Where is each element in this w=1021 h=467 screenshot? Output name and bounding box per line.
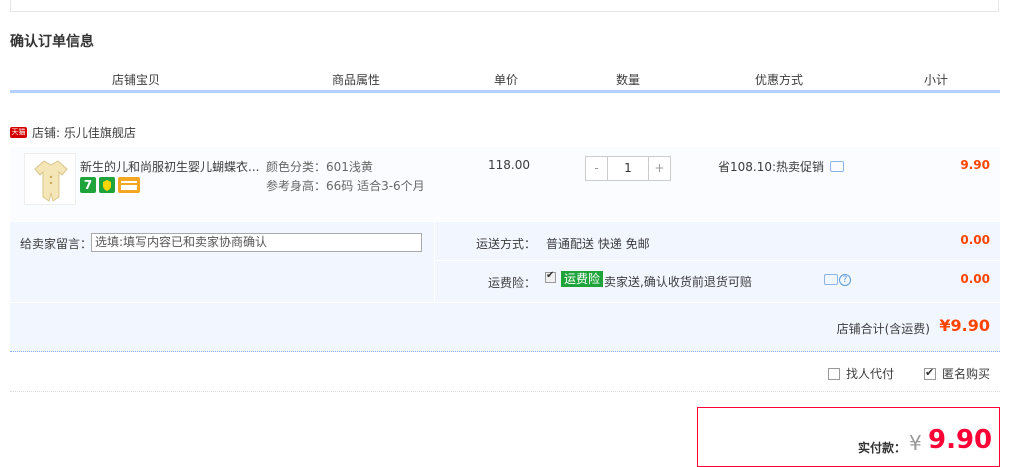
proxy-pay-label: 找人代付 [846,367,895,381]
shipping-label: 运送方式： [476,237,537,251]
credit-card-icon [118,177,140,193]
header-quantity: 数量 [616,73,641,87]
header-unit-price: 单价 [494,73,519,87]
baby-clothes-icon [34,160,68,202]
insurance-checkbox[interactable] [545,270,556,283]
yen-symbol: ¥ [909,431,922,455]
proxy-pay-option[interactable]: 找人代付 [828,365,894,382]
quantity-input[interactable]: 1 [607,157,649,180]
header-shop-item: 店铺宝贝 [112,73,161,87]
message-label: 给卖家留言： [20,237,93,251]
column-divider [434,222,435,302]
shipping-price: 0.00 [960,233,990,247]
payment-options: 找人代付 匿名购买 [10,352,1000,392]
pay-amount: 9.90 [928,425,993,455]
table-header: 店铺宝贝 商品属性 单价 数量 优惠方式 小计 [10,69,1000,93]
store-total-value: ¥9.90 [939,316,990,335]
insurance-price: 0.00 [960,272,990,286]
tmall-icon: 天猫 [10,126,27,138]
header-subtotal: 小计 [924,73,949,87]
promotion: 省108.10:热卖促销 [718,158,845,175]
header-discount: 优惠方式 [755,73,804,87]
page-title: 确认订单信息 [10,34,94,50]
product-size: 参考身高：66码 适合3-6个月 [266,179,425,193]
quantity-plus-button[interactable]: + [649,157,670,180]
row-divider [435,260,1000,261]
product-thumbnail[interactable] [24,153,76,205]
anonymous-checkbox[interactable] [924,366,936,380]
chat-icon[interactable] [824,274,838,285]
shop-line: 天猫 店铺: 乐儿佳旗舰店 [10,123,136,141]
order-item-row: 新生的儿和尚服初生婴儿蝴蝶衣... 7 颜色分类：601浅黄 参考身高：66码 … [10,147,1000,222]
item-subtotal: 9.90 [960,158,990,172]
message-section: 给卖家留言： 选填:填写内容已和卖家协商确认 [10,222,434,302]
help-icon[interactable]: ? [839,274,851,286]
insurance-label: 运费险： [488,276,537,290]
service-badges: 7 [80,177,140,193]
quantity-minus-button[interactable]: - [586,157,607,180]
unit-price: 118.00 [488,158,530,172]
store-total-label: 店铺合计(含运费) [836,322,930,336]
shipping-method: 普通配送 快递 免邮 [546,237,650,251]
product-color: 颜色分类：601浅黄 [266,160,373,174]
seven-day-return-icon: 7 [80,177,96,193]
proxy-pay-checkbox[interactable] [828,367,840,380]
insurance-tag: 运费险 [561,271,604,287]
promotion-text: 省108.10:热卖促销 [718,160,825,174]
message-input[interactable]: 选填:填写内容已和卖家协商确认 [91,233,422,252]
shop-name[interactable]: 店铺: 乐儿佳旗舰店 [32,124,136,141]
previous-section-box [10,0,999,12]
insurance-text: 卖家送,确认收货前退货可赔 [604,275,752,289]
quantity-stepper[interactable]: - 1 + [585,156,671,181]
order-extras: 给卖家留言： 选填:填写内容已和卖家协商确认 运送方式： 普通配送 快递 免邮 … [10,222,1000,302]
chat-icon[interactable] [830,161,845,172]
anonymous-label: 匿名购买 [942,367,991,381]
header-attributes: 商品属性 [332,73,381,87]
store-total-bar: 店铺合计(含运费) ¥9.90 [10,302,1000,352]
guarantee-icon [99,177,115,193]
payment-summary: 实付款： ¥ 9.90 [697,407,1000,467]
insurance-icons: ? [824,274,851,286]
product-title[interactable]: 新生的儿和尚服初生婴儿蝴蝶衣... [80,158,260,175]
pay-label: 实付款： [858,441,907,455]
anonymous-option[interactable]: 匿名购买 [924,365,990,382]
